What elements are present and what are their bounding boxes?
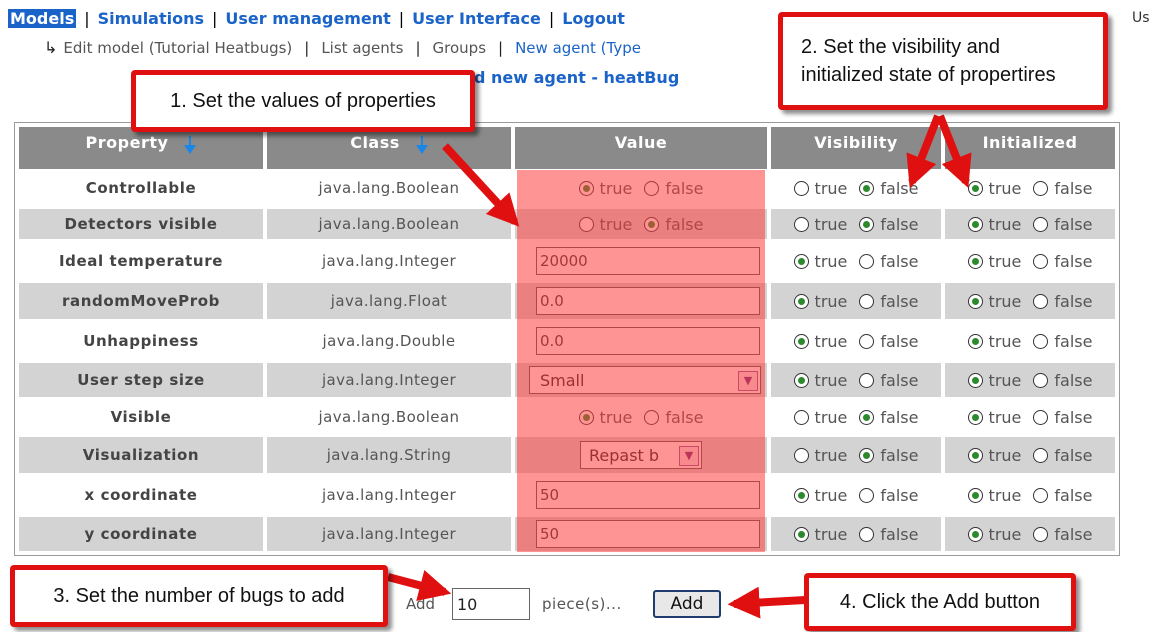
callout-set-visibility: 2. Set the visibility and initialized st… — [778, 12, 1108, 110]
callout-set-count-text: 3. Set the number of bugs to add — [53, 585, 345, 607]
arrow-to-initialized — [936, 114, 972, 188]
callout-set-values-text: 1. Set the values of properties — [170, 90, 436, 112]
arrow-to-visibility — [906, 114, 942, 188]
arrow-to-value-column — [442, 143, 520, 227]
callout-set-visibility-line2: initialized state of propertires — [801, 64, 1056, 86]
arrow-to-count-input — [386, 570, 452, 601]
callout-set-count: 3. Set the number of bugs to add — [10, 565, 388, 627]
callout-click-add: 4. Click the Add button — [804, 573, 1076, 631]
callout-click-add-text: 4. Click the Add button — [839, 591, 1041, 613]
callout-set-values: 1. Set the values of properties — [131, 70, 475, 132]
arrow-to-add-button — [727, 586, 806, 619]
callout-set-visibility-line1: 2. Set the visibility and — [801, 36, 1000, 58]
